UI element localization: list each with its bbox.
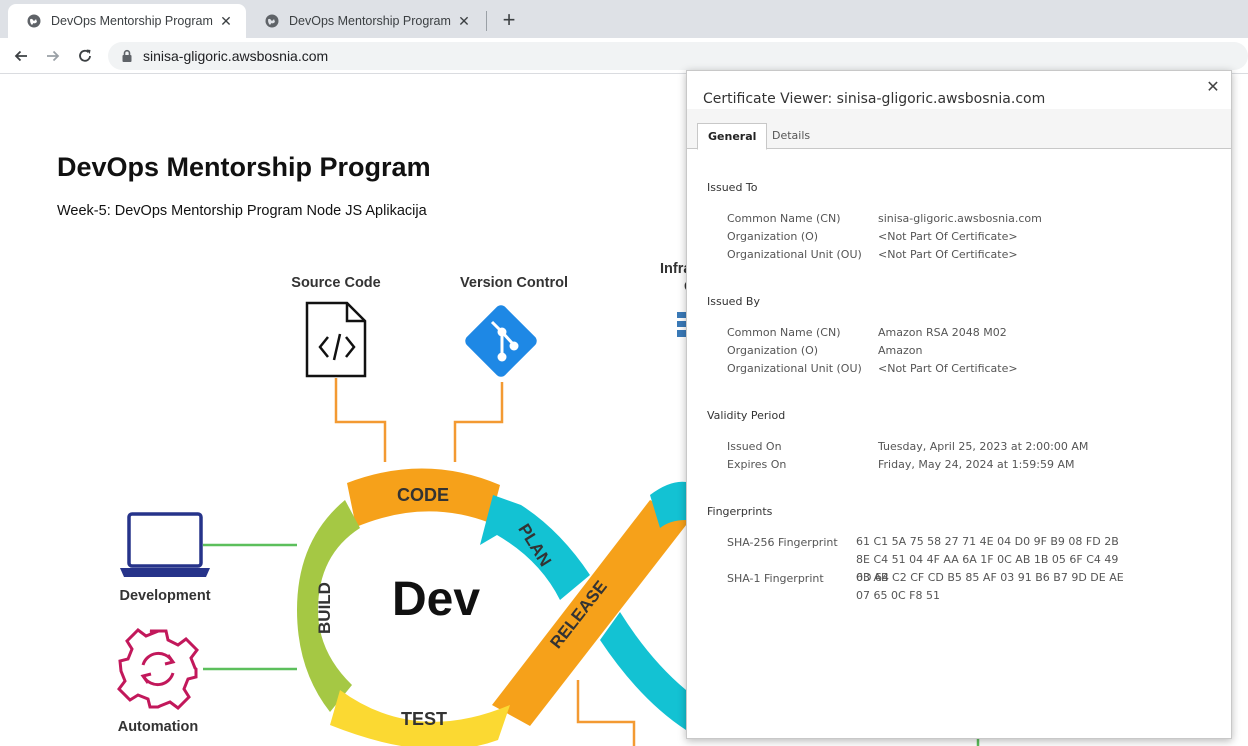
cert-tab-bar: General Details <box>687 109 1231 150</box>
close-icon[interactable]: ✕ <box>1205 79 1221 95</box>
row-value: Amazon RSA 2048 M02 <box>878 326 1007 339</box>
address-bar[interactable]: sinisa-gligoric.awsbosnia.com <box>108 42 1248 70</box>
row-label: Organization (O) <box>727 230 819 243</box>
row-label: Issued On <box>727 440 782 453</box>
globe-icon <box>264 13 280 29</box>
arrow-left-icon <box>14 50 27 62</box>
browser-tab-2[interactable]: DevOps Mentorship Program ✕ <box>246 4 484 38</box>
development-label: Development <box>119 588 210 604</box>
row-value: Tuesday, April 25, 2023 at 2:00:00 AM <box>878 440 1089 453</box>
cert-general-panel: Issued To Common Name (CN) sinisa-gligor… <box>687 150 1231 738</box>
row-label: Organization (O) <box>727 344 819 357</box>
tab-strip: DevOps Mentorship Program ✕ DevOps Mento… <box>0 0 1248 38</box>
row-label: Common Name (CN) <box>727 212 841 225</box>
laptop-icon <box>120 512 210 577</box>
row-label: Expires On <box>727 458 787 471</box>
tab-title: DevOps Mentorship Program <box>51 14 213 28</box>
url-text[interactable]: sinisa-gligoric.awsbosnia.com <box>143 48 328 64</box>
test-segment-label: TEST <box>401 709 447 729</box>
code-file-icon <box>305 301 367 378</box>
tab-title: DevOps Mentorship Program <box>289 14 451 28</box>
row-value: Amazon <box>878 344 923 357</box>
bottom-connector <box>576 680 636 746</box>
row-value: <Not Part Of Certificate> <box>878 362 1018 375</box>
forward-button[interactable] <box>40 43 66 69</box>
certificate-viewer-dialog: Certificate Viewer: sinisa-gligoric.awsb… <box>686 70 1232 739</box>
version-control-label: Version Control <box>460 275 568 291</box>
row-value: Friday, May 24, 2024 at 1:59:59 AM <box>878 458 1075 471</box>
tab-general[interactable]: General <box>697 123 768 150</box>
row-value: <Not Part Of Certificate> <box>878 248 1018 261</box>
gear-icon <box>117 628 199 710</box>
row-label: SHA-1 Fingerprint <box>727 572 824 585</box>
dev-center-label: Dev <box>392 573 480 626</box>
source-code-label: Source Code <box>291 275 380 291</box>
tab-separator <box>486 11 487 31</box>
browser-toolbar: sinisa-gligoric.awsbosnia.com <box>0 38 1248 74</box>
version-control-connector <box>453 382 504 462</box>
arrow-right-icon <box>47 50 60 62</box>
row-value: sinisa-gligoric.awsbosnia.com <box>878 212 1042 225</box>
automation-label: Automation <box>118 719 199 735</box>
tab-close-icon[interactable]: ✕ <box>456 13 472 29</box>
globe-icon <box>26 13 42 29</box>
lock-icon[interactable] <box>120 49 134 63</box>
row-value: <Not Part Of Certificate> <box>878 230 1018 243</box>
git-icon <box>465 305 537 377</box>
right-loop-lower-segment <box>600 612 686 730</box>
browser-tab-1[interactable]: DevOps Mentorship Program ✕ <box>8 4 246 38</box>
issued-by-heading: Issued By <box>707 295 760 308</box>
tab-details[interactable]: Details <box>762 123 820 149</box>
dialog-title: Certificate Viewer: sinisa-gligoric.awsb… <box>703 91 1046 107</box>
code-segment-label: CODE <box>397 485 449 505</box>
build-segment-label: BUILD <box>315 582 334 634</box>
reload-icon <box>79 49 91 62</box>
validity-heading: Validity Period <box>707 409 786 422</box>
reload-button[interactable] <box>72 43 98 69</box>
issued-to-heading: Issued To <box>707 181 758 194</box>
new-tab-button[interactable]: + <box>496 8 522 34</box>
row-value: 63 AB C2 CF CD B5 85 AF 03 91 B6 B7 9D D… <box>856 571 1124 602</box>
fingerprints-heading: Fingerprints <box>707 505 773 518</box>
tab-close-icon[interactable]: ✕ <box>218 13 234 29</box>
row-label: Organizational Unit (OU) <box>727 248 862 261</box>
row-label: Common Name (CN) <box>727 326 841 339</box>
source-code-connector <box>334 378 387 462</box>
row-label: Organizational Unit (OU) <box>727 362 862 375</box>
back-button[interactable] <box>8 43 34 69</box>
row-label: SHA-256 Fingerprint <box>727 536 838 549</box>
